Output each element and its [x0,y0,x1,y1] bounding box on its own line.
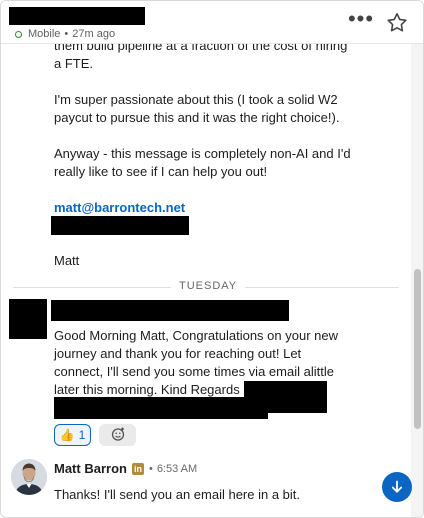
message-text-partial: them build pipeline at a fraction of the… [54,43,348,53]
status-separator: • [64,28,69,40]
message-text-line: connect, I'll send you some times via em… [54,364,334,379]
message-paragraph-line: Anyway - this message is completely non-… [54,146,351,161]
redacted-signature-line [54,397,268,419]
sender-name[interactable]: Matt Barron [54,461,127,476]
scrollbar-thumb[interactable] [414,269,421,429]
time-separator: • [148,462,153,475]
message-time: 6:53 AM [156,462,198,475]
arrow-down-icon [391,480,403,493]
redacted-name [9,7,145,25]
reaction-thumbs-up[interactable]: 👍 1 [54,424,91,446]
redacted-sender-name [51,300,289,321]
mobile-status-icon [15,30,22,38]
message-paragraph-line: really like to see if I can help you out… [54,164,268,179]
redacted-contact [51,216,189,235]
status-time: 27m ago [72,28,116,40]
message-text-line: journey and thank you for reaching out! … [54,346,302,361]
day-divider-label: TUESDAY [171,280,246,292]
message-list[interactable]: them build pipeline at a fraction of the… [1,43,411,517]
message-paragraph-line: paycut to pursue this and it was the rig… [54,110,340,125]
email-link[interactable]: matt@barrontech.net [54,199,185,217]
thumbs-up-icon: 👍 [59,428,75,442]
premium-badge-icon: in [131,462,144,475]
add-reaction-icon [110,426,126,445]
message-text-reply: Thanks! I'll send you an email here in a… [54,487,301,502]
avatar[interactable] [11,459,47,495]
add-reaction-button[interactable] [99,424,136,446]
more-options-icon[interactable]: ••• [347,8,375,33]
message-text-line: Good Morning Matt, Congratulations on yo… [54,328,338,343]
message-signoff: Matt [54,253,80,268]
presence-status: Mobile • 27m ago [15,28,115,40]
redacted-avatar [9,299,47,339]
sender-line: Matt Barron in • 6:53 AM [54,461,197,476]
message-paragraph-line: I'm super passionate about this (I took … [54,92,338,107]
jump-to-latest-button[interactable] [382,472,412,502]
message-text-fte: a FTE. [54,56,94,71]
star-icon[interactable] [385,11,409,35]
status-device: Mobile [28,28,61,40]
reaction-count: 1 [78,428,86,442]
conversation-header: Mobile • 27m ago ••• [1,1,423,44]
conversation-pane: Mobile • 27m ago ••• them build pipeline… [0,0,424,518]
